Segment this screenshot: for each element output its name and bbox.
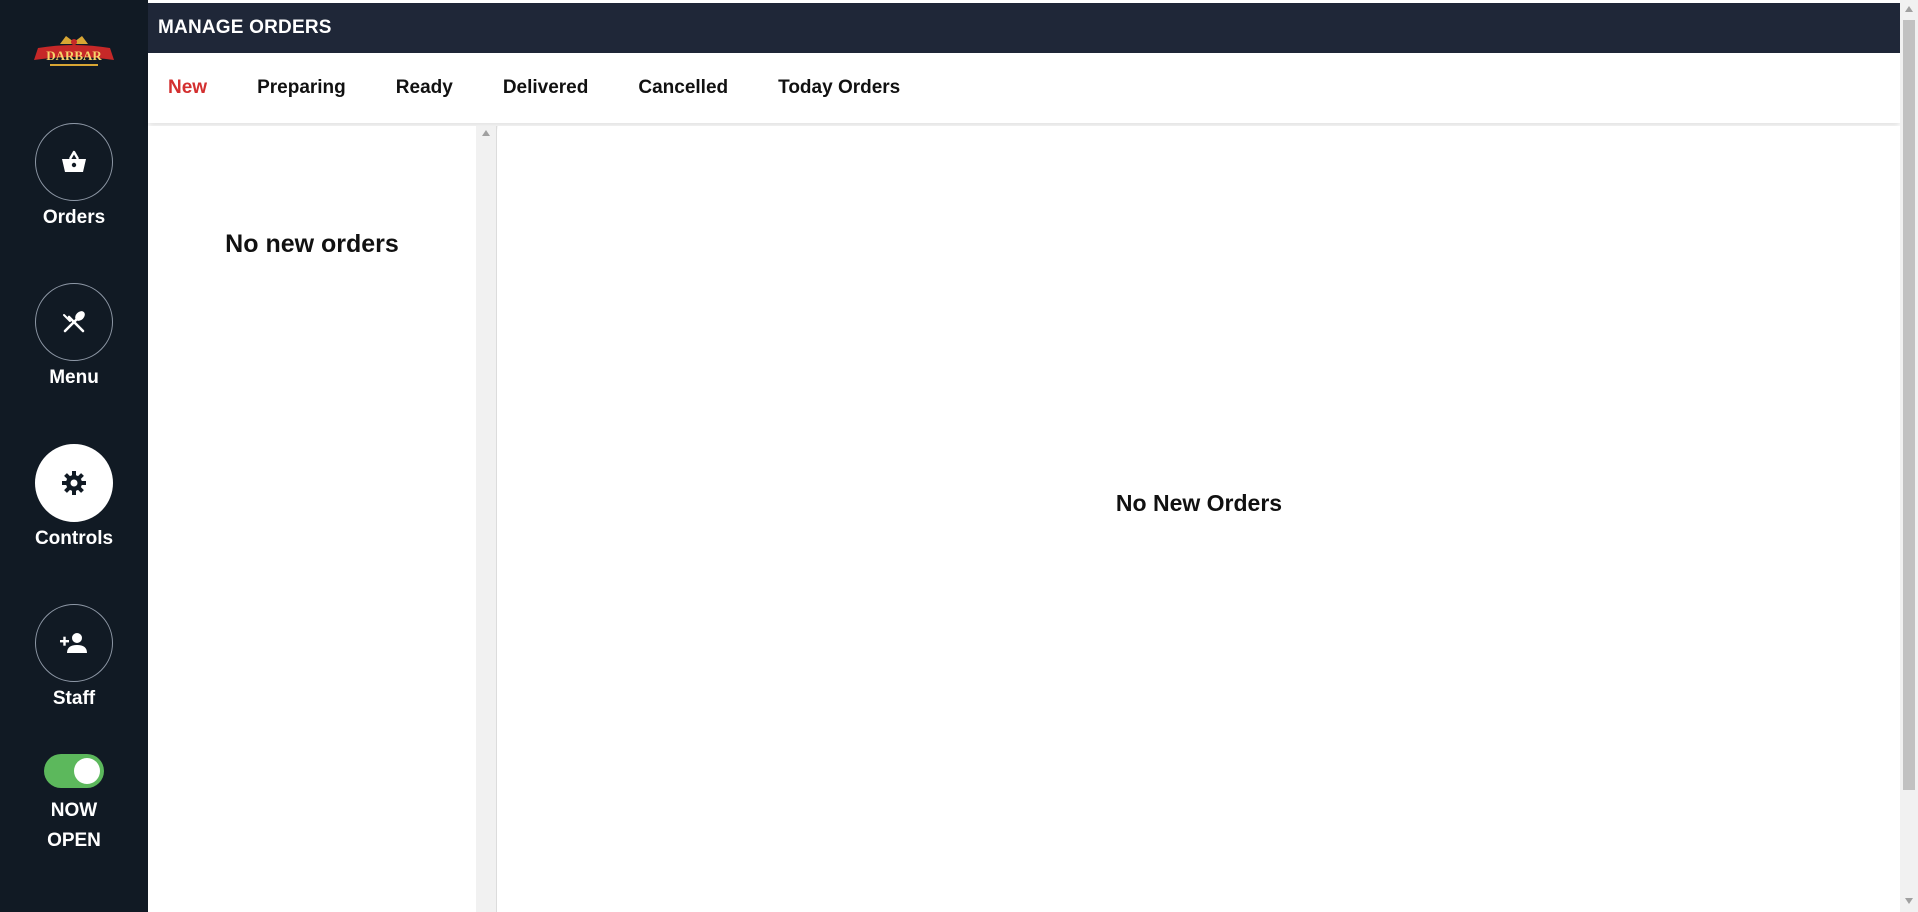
fork-spoon-icon xyxy=(63,311,85,333)
page-title: MANAGE ORDERS xyxy=(158,17,332,38)
page-header: MANAGE ORDERS xyxy=(148,3,1900,53)
sidebar-item-menu[interactable]: Menu xyxy=(0,283,148,389)
sidebar-item-label: Controls xyxy=(34,528,114,549)
scrollbar-thumb[interactable] xyxy=(1903,20,1915,790)
svg-text:DARBAR: DARBAR xyxy=(46,48,102,63)
scroll-up-arrow-icon[interactable] xyxy=(482,130,490,136)
sidebar-item-staff[interactable]: Staff xyxy=(0,604,148,710)
order-list-scrollbar[interactable] xyxy=(476,126,497,912)
sidebar-item-orders[interactable]: Orders xyxy=(0,123,148,229)
order-detail-panel: No New Orders xyxy=(498,126,1900,912)
order-list-panel: No new orders xyxy=(148,126,476,912)
sidebar-item-label: Menu xyxy=(49,367,99,388)
open-status-line2: OPEN xyxy=(47,830,101,851)
sidebar-item-label: Staff xyxy=(52,688,96,709)
open-status-toggle-group: NOW OPEN xyxy=(0,754,148,856)
sidebar-item-controls[interactable]: Controls xyxy=(0,444,148,550)
orders-circle-button[interactable] xyxy=(35,123,113,201)
sidebar: DARBAR Orders Menu Controls Staff NOW OP… xyxy=(0,0,148,912)
darbar-logo: DARBAR xyxy=(30,34,118,74)
open-status-toggle[interactable] xyxy=(44,754,104,788)
tab-delivered[interactable]: Delivered xyxy=(503,77,589,99)
order-detail-empty-message: No New Orders xyxy=(1115,490,1283,516)
staff-circle-button[interactable] xyxy=(35,604,113,682)
logo-graphic: DARBAR xyxy=(34,36,114,66)
gear-icon xyxy=(62,471,86,495)
controls-circle-button[interactable] xyxy=(35,444,113,522)
order-status-tabs: New Preparing Ready Delivered Cancelled … xyxy=(148,53,1900,123)
scroll-up-arrow-icon[interactable] xyxy=(1905,6,1913,12)
page-scrollbar[interactable] xyxy=(1900,0,1918,912)
tab-today-orders[interactable]: Today Orders xyxy=(778,77,900,99)
sidebar-item-label: Orders xyxy=(42,207,106,228)
menu-circle-button[interactable] xyxy=(35,283,113,361)
open-status-line1: NOW xyxy=(50,800,98,821)
add-person-icon xyxy=(60,633,87,653)
order-list-empty-message: No new orders xyxy=(225,230,399,258)
open-status-label: NOW OPEN xyxy=(0,796,148,856)
basket-icon xyxy=(62,150,86,172)
tab-new[interactable]: New xyxy=(168,77,207,99)
tab-preparing[interactable]: Preparing xyxy=(257,77,346,99)
toggle-knob xyxy=(74,758,100,784)
scroll-down-arrow-icon[interactable] xyxy=(1905,898,1913,904)
tab-cancelled[interactable]: Cancelled xyxy=(638,77,728,99)
tab-ready[interactable]: Ready xyxy=(396,77,453,99)
